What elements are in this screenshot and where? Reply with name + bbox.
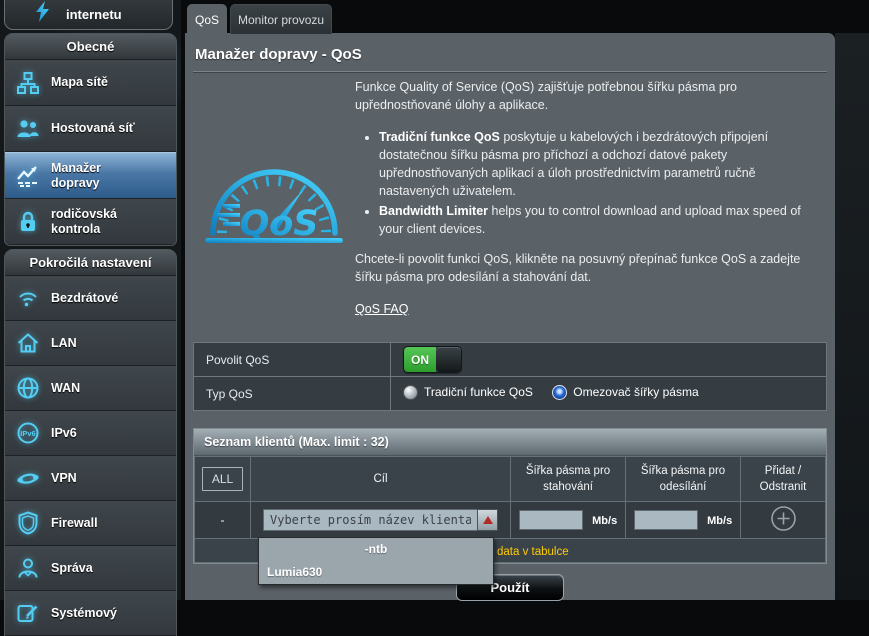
qos-description-text: Funkce Quality of Service (QoS) zajišťuj… (355, 78, 827, 318)
dropdown-item[interactable]: -ntb (259, 538, 493, 561)
download-unit-label: Mb/s (592, 515, 618, 527)
client-entry-row: - Mb/s Mb/s (194, 501, 826, 539)
radio-bandwidth-limiter[interactable]: Omezovač šířky pásma (552, 384, 699, 400)
ipv6-globe-icon: IPv6 (5, 420, 51, 446)
row-index: - (194, 501, 251, 539)
sidebar-item-administration[interactable]: Správa (5, 546, 176, 591)
no-data-text: data v tabulce (497, 545, 569, 558)
sidebar-item-label: Hostovaná síť (51, 121, 135, 135)
qos-description-section: QoS Funkce Quality of Service (QoS) zaji… (193, 78, 827, 318)
column-upload: Šířka pásma pro odesílání (625, 456, 741, 502)
sidebar-item-vpn[interactable]: VPN (5, 456, 176, 501)
sidebar-item-label: Správa (51, 560, 93, 575)
sidebar-item-network-map[interactable]: Mapa sítě (5, 60, 176, 106)
network-map-icon (5, 70, 51, 96)
admin-person-icon (5, 555, 51, 581)
sidebar-item-wan[interactable]: WAN (5, 366, 176, 411)
sidebar: internetu Obecné Mapa sítě Hostovaná síť (0, 0, 181, 636)
download-bandwidth-input[interactable] (518, 510, 583, 530)
upload-unit-label: Mb/s (707, 515, 733, 527)
sidebar-section-general: Obecné Mapa sítě Hostovaná síť Manažer d… (4, 33, 177, 246)
client-name-combobox[interactable] (263, 509, 477, 531)
intro-paragraph-2: Chcete-li povolit funkci QoS, klikněte n… (355, 252, 801, 284)
column-target: Cíl (250, 456, 511, 502)
qos-faq-link[interactable]: QoS FAQ (355, 302, 409, 316)
sidebar-item-label: Manažer dopravy (51, 160, 102, 190)
upload-bandwidth-input[interactable] (633, 510, 698, 530)
section-header-general: Obecné (5, 34, 176, 60)
tab-traffic-monitor[interactable]: Monitor provozu (230, 4, 333, 34)
main-panel: Manažer dopravy - QoS QoS Funkce Quality… (185, 33, 835, 601)
sidebar-item-label: Bezdrátové (51, 290, 119, 305)
sidebar-item-wireless[interactable]: Bezdrátové (5, 276, 176, 321)
sidebar-item-lan[interactable]: LAN (5, 321, 176, 366)
enable-qos-label: Povolit QoS (193, 342, 391, 377)
qos-feature-list: Tradiční funkce QoS poskytuje u kabelový… (355, 128, 813, 238)
sidebar-item-label: Firewall (51, 515, 98, 530)
radio-icon (403, 384, 418, 400)
client-dropdown-list: -ntb Lumia630 (258, 537, 494, 585)
lightning-icon (35, 1, 50, 22)
lock-icon (5, 209, 51, 235)
list-item-traditional-qos: Tradiční funkce QoS poskytuje u kabelový… (379, 128, 813, 200)
qos-type-label: Typ QoS (193, 376, 391, 411)
svg-text:IPv6: IPv6 (20, 429, 35, 438)
table-row: Povolit QoS ON (193, 342, 827, 377)
all-button[interactable]: ALL (201, 467, 244, 491)
sidebar-item-firewall[interactable]: Firewall (5, 501, 176, 546)
sidebar-item-label: Systémový (51, 605, 118, 620)
intro-paragraph-1: Funkce Quality of Service (QoS) zajišťuj… (355, 80, 737, 112)
sidebar-section-advanced: Pokročilá nastavení Bezdrátové LAN WAN I… (4, 249, 177, 636)
client-list-title: Seznam klientů (Max. limit : 32) (194, 429, 826, 456)
guest-network-icon (5, 116, 51, 142)
page-title: Manažer dopravy - QoS (195, 46, 362, 63)
vpn-arrows-icon (5, 465, 51, 491)
sidebar-item-ipv6[interactable]: IPv6 IPv6 (5, 411, 176, 456)
section-header-advanced: Pokročilá nastavení (5, 250, 176, 276)
client-table-header-row: ALL Cíl Šířka pásma pro stahování Šířka … (194, 456, 826, 502)
toggle-knob (436, 347, 461, 372)
sidebar-item-label: rodičovská kontrola (51, 206, 118, 236)
qos-gauge-icon: QoS (193, 78, 355, 318)
table-row: Typ QoS Tradiční funkce QoS Omezovač šíř… (193, 376, 827, 411)
house-icon (5, 330, 51, 356)
red-arrow-up-icon (482, 516, 493, 524)
list-item-bandwidth-limiter: Bandwidth Limiter helps you to control d… (379, 202, 813, 238)
sidebar-item-parental-control[interactable]: rodičovská kontrola (5, 199, 176, 245)
quick-setup-label: internetu (66, 7, 122, 22)
sidebar-item-guest-network[interactable]: Hostovaná síť (5, 106, 176, 152)
radio-traditional-qos[interactable]: Tradiční funkce QoS (403, 384, 533, 400)
client-list-table: Seznam klientů (Max. limit : 32) ALL Cíl… (193, 428, 827, 585)
column-download: Šířka pásma pro stahování (510, 456, 626, 502)
qos-toggle[interactable]: ON (403, 346, 462, 373)
sidebar-item-traffic-manager[interactable]: Manažer dopravy (5, 152, 176, 199)
quick-internet-setup-button[interactable]: internetu (4, 0, 173, 30)
tab-qos[interactable]: QoS (187, 4, 228, 34)
globe-icon (5, 375, 51, 401)
right-background-shade (835, 33, 869, 600)
toggle-on-label: ON (404, 347, 436, 372)
qos-settings-table: Povolit QoS ON Typ QoS Tradiční funkce Q… (193, 342, 827, 411)
sidebar-item-label: LAN (51, 335, 77, 350)
wifi-icon (5, 285, 51, 311)
column-add-remove: Přidat / Odstranit (740, 456, 826, 502)
add-client-button[interactable] (770, 505, 797, 532)
notepad-pencil-icon (5, 600, 51, 626)
combobox-dropdown-button[interactable] (477, 509, 498, 531)
traffic-manager-icon (5, 163, 51, 189)
radio-icon-checked (552, 384, 568, 400)
sidebar-item-label: WAN (51, 380, 81, 395)
shield-icon (5, 510, 51, 536)
sidebar-item-label: IPv6 (51, 425, 77, 440)
dropdown-item[interactable]: Lumia630 (259, 561, 493, 584)
tab-bar: QoS Monitor provozu (187, 4, 333, 34)
sidebar-item-label: VPN (51, 470, 77, 485)
title-divider (193, 71, 827, 72)
sidebar-item-label: Mapa sítě (51, 75, 108, 89)
sidebar-item-system-log[interactable]: Systémový (5, 591, 176, 636)
